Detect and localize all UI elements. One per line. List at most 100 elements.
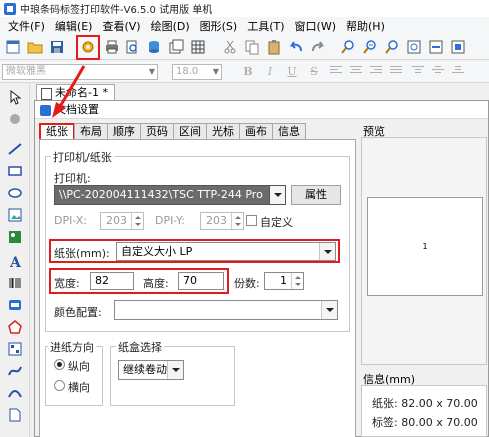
menu-help[interactable]: 帮助(H) [341, 18, 390, 34]
tab-page-number[interactable]: 页码 [140, 123, 174, 140]
rectangle-tool-icon[interactable] [7, 163, 23, 179]
chevron-down-icon [269, 186, 285, 204]
spinner-arrows-icon[interactable] [291, 273, 303, 289]
tab-range[interactable]: 区间 [173, 123, 207, 140]
spinner-arrows-icon[interactable] [231, 213, 243, 229]
height-input[interactable]: 70 [178, 272, 224, 290]
new-icon[interactable] [5, 39, 21, 55]
landscape-label: 横向 [68, 381, 90, 394]
paper-size-label: 纸张(mm): [54, 247, 110, 260]
undo-icon[interactable] [288, 39, 304, 55]
menu-view[interactable]: 查看(V) [97, 18, 145, 34]
pan-tool-icon[interactable] [7, 111, 23, 127]
dpiy-input[interactable]: 203 [200, 212, 244, 230]
ellipse-tool-icon[interactable] [7, 185, 23, 201]
width-input[interactable]: 82 [90, 272, 134, 290]
portrait-radio[interactable] [54, 359, 65, 370]
menu-window[interactable]: 窗口(W) [290, 18, 341, 34]
valign-middle-icon[interactable] [432, 66, 444, 78]
color-profile-label: 颜色配置: [54, 306, 102, 319]
tab-cursor[interactable]: 光标 [206, 123, 240, 140]
zoom-out-icon[interactable] [362, 39, 378, 55]
width-label: 宽度: [54, 277, 80, 290]
paper-panel: 打印机/纸张 打印机: \\PC-202004111432\TSC TTP-24… [39, 139, 356, 437]
text-tool-icon[interactable]: A [7, 253, 23, 269]
line-tool-icon[interactable] [7, 141, 23, 157]
copies-input[interactable]: 1 [264, 272, 304, 290]
zoom-page-icon[interactable] [406, 39, 422, 55]
curve-tool-icon[interactable] [7, 363, 23, 379]
main-toolbar [0, 35, 489, 60]
preview-area: 1 [361, 137, 487, 365]
grid-icon[interactable] [190, 39, 206, 55]
tab-order[interactable]: 顺序 [107, 123, 141, 140]
save-icon[interactable] [49, 39, 65, 55]
qrcode-tool-icon[interactable] [7, 341, 23, 357]
shape-tool-icon[interactable] [7, 407, 23, 423]
polygon-tool-icon[interactable] [7, 319, 23, 335]
copies-value: 1 [280, 274, 287, 287]
menu-draw[interactable]: 绘图(D) [146, 18, 195, 34]
highlight-document-settings [76, 35, 100, 60]
align-left-icon[interactable] [330, 66, 342, 78]
chevron-down-icon: ▼ [212, 67, 219, 76]
zoom-width-icon[interactable] [428, 39, 444, 55]
tab-info[interactable]: 信息 [272, 123, 306, 140]
tray-select-label: 纸盒选择 [116, 339, 164, 355]
strikethrough-button[interactable]: S [306, 64, 322, 80]
redo-icon[interactable] [310, 39, 326, 55]
align-center-icon[interactable] [350, 66, 362, 78]
align-right-icon[interactable] [370, 66, 382, 78]
custom-dpi-checkbox[interactable] [246, 215, 257, 226]
bold-button[interactable]: B [240, 64, 256, 80]
print-icon[interactable] [104, 39, 120, 55]
printer-paper-group-label: 打印机/纸张 [51, 149, 114, 165]
dpix-input[interactable]: 203 [100, 212, 144, 230]
align-justify-icon[interactable] [390, 66, 402, 78]
info-area: 纸张: 82.00 x 70.00 标签: 80.00 x 70.00 [361, 385, 487, 437]
arc-tool-icon[interactable] [7, 385, 23, 401]
feed-direction-group: 进纸方向 [45, 339, 103, 406]
font-name-value: 微软雅黑 [6, 66, 46, 77]
barcode-tool-icon[interactable] [7, 275, 23, 291]
landscape-radio[interactable] [54, 380, 65, 391]
valign-bottom-icon[interactable] [452, 66, 464, 78]
open-icon[interactable] [27, 39, 43, 55]
valign-top-icon[interactable] [412, 66, 424, 78]
menu-edit[interactable]: 编辑(E) [50, 18, 98, 34]
underline-button[interactable]: U [284, 64, 300, 80]
cut-icon[interactable] [222, 39, 238, 55]
font-size-select[interactable]: 18.0 ▼ [172, 64, 222, 80]
image-tool-icon[interactable] [7, 207, 23, 223]
document-settings-dialog: 文档设置 纸张 布局 顺序 页码 区间 光标 画布 信息 打印机/纸张 打印机:… [34, 100, 489, 437]
print-preview-icon[interactable] [124, 39, 140, 55]
color-profile-select[interactable] [114, 300, 338, 320]
paste-icon[interactable] [266, 39, 282, 55]
paper-size-value: 自定义大小 LP [121, 245, 193, 258]
printer-label: 打印机: [54, 172, 91, 185]
paper-size-select[interactable]: 自定义大小 LP [116, 242, 336, 261]
zoom-fit-icon[interactable] [384, 39, 400, 55]
copies-label: 份数: [234, 277, 260, 290]
tab-layout[interactable]: 布局 [74, 123, 108, 140]
tab-canvas[interactable]: 画布 [239, 123, 273, 140]
printer-select[interactable]: \\PC-202004111432\TSC TTP-244 Pro [54, 185, 286, 205]
pointer-tool-icon[interactable] [7, 89, 23, 105]
serial-tool-icon[interactable] [7, 297, 23, 313]
font-size-value: 18.0 [176, 66, 199, 77]
database-icon[interactable] [146, 39, 162, 55]
zoom-in-icon[interactable] [340, 39, 356, 55]
tray-select[interactable]: 继续卷动 [118, 360, 184, 380]
menu-file[interactable]: 文件(F) [3, 18, 50, 34]
zoom-actual-icon[interactable] [450, 39, 466, 55]
printer-value: \\PC-202004111432\TSC TTP-244 Pro [59, 188, 263, 201]
annotation-arrow-icon [52, 65, 86, 118]
copy-icon[interactable] [244, 39, 260, 55]
properties-button[interactable]: 属性 [291, 185, 341, 205]
menu-shape[interactable]: 图形(S) [195, 18, 243, 34]
picture-tool-icon[interactable] [7, 229, 23, 245]
menu-tools[interactable]: 工具(T) [242, 18, 289, 34]
spinner-arrows-icon[interactable] [131, 213, 143, 229]
batch-icon[interactable] [168, 39, 184, 55]
italic-button[interactable]: I [262, 64, 278, 80]
